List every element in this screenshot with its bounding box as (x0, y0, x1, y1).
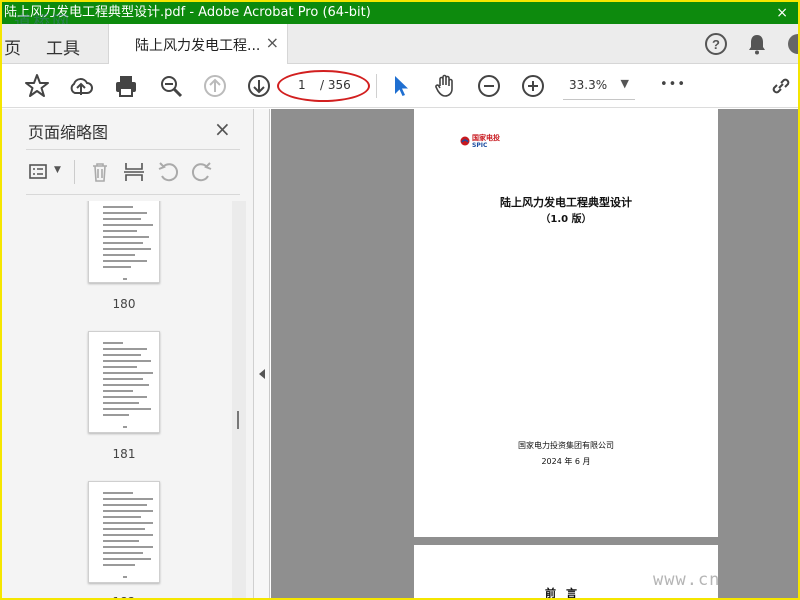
search-zoom-icon[interactable] (158, 73, 184, 99)
toolbar-divider (376, 74, 377, 98)
delete-icon[interactable] (88, 160, 112, 184)
page-options-icon[interactable] (28, 160, 52, 184)
zoom-in-icon[interactable] (520, 73, 546, 99)
upload-icon[interactable] (68, 73, 94, 99)
hand-icon[interactable] (432, 73, 458, 99)
chevron-left-icon (259, 369, 265, 379)
document-date: 2024 年 6 月 (541, 457, 591, 466)
tools-divider (74, 160, 75, 184)
panel-divider-2 (26, 194, 240, 195)
page-thumbnail-180[interactable] (88, 201, 160, 283)
help-icon[interactable]: ? (704, 32, 728, 56)
toolbar: 1 / 356 33.3% ▼ ••• (2, 64, 798, 108)
redo-icon[interactable] (190, 160, 214, 184)
document-version: （1.0 版） (540, 214, 592, 225)
tab-bar: 页 工具 陆上风力发电工程... × ? (2, 24, 798, 64)
thumbnails-panel: 页面缩略图 × ▼ 180 181 (2, 109, 254, 598)
tab-document[interactable]: 陆上风力发电工程... × (108, 24, 288, 64)
logo-name-en: SPIC (472, 142, 488, 149)
zoom-value: 33.3% (569, 78, 608, 92)
bell-icon[interactable] (745, 32, 769, 56)
prev-page-icon[interactable] (202, 73, 228, 99)
document-tab-close-button[interactable]: × (266, 33, 279, 52)
tab-tools[interactable]: 工具 (46, 34, 80, 59)
logo-name-cn: 国家电投 (472, 134, 500, 142)
acrobat-window: 陆上风力发电工程典型设计.pdf - Adobe Acrobat Pro (64… (2, 2, 798, 598)
document-tab-label: 陆上风力发电工程... (135, 38, 261, 54)
thumbnail-page-number: 180 (112, 297, 136, 311)
share-link-icon[interactable] (768, 73, 794, 99)
title-bar: 陆上风力发电工程典型设计.pdf - Adobe Acrobat Pro (64… (2, 2, 798, 24)
star-icon[interactable] (24, 73, 50, 99)
watermark-bottom-right: www.cn (653, 570, 721, 590)
print-icon[interactable] (113, 73, 139, 99)
page-number-input[interactable]: 1 (298, 78, 306, 92)
panel-close-button[interactable]: × (214, 117, 231, 141)
undo-icon[interactable] (156, 160, 180, 184)
zoom-out-icon[interactable] (476, 73, 502, 99)
thumbnail-page-number: 182 (88, 595, 160, 598)
insert-icon[interactable] (122, 160, 146, 184)
document-page-1: 国家电投 SPIC 陆上风力发电工程典型设计 （1.0 版） 国家电力投资集团有… (414, 109, 718, 537)
thumbnail-page-number: 181 (112, 447, 136, 461)
page-thumbnail-181[interactable] (88, 331, 160, 433)
document-company: 国家电力投资集团有限公司 (518, 441, 614, 450)
document-view[interactable]: 国家电投 SPIC 陆上风力发电工程典型设计 （1.0 版） 国家电力投资集团有… (271, 109, 798, 598)
next-page-icon[interactable] (246, 73, 272, 99)
thumbnail-list[interactable]: 180 181 (2, 201, 234, 598)
panel-title: 页面缩略图 (28, 123, 109, 142)
thumbnail-scrollbar[interactable] (232, 201, 246, 598)
panel-divider (26, 149, 240, 150)
more-icon[interactable]: ••• (660, 77, 686, 92)
page-total: / 356 (320, 78, 351, 92)
panel-collapse-handle[interactable] (254, 109, 270, 598)
page-options-caret-icon[interactable]: ▼ (54, 165, 61, 175)
window-close-button[interactable]: × (776, 2, 788, 24)
page-thumbnail-182[interactable] (88, 481, 160, 583)
scrollbar-grip[interactable] (237, 411, 239, 429)
tab-home[interactable]: 页 (4, 34, 21, 59)
account-icon[interactable] (786, 32, 798, 56)
document-title: 陆上风力发电工程典型设计 (500, 196, 632, 209)
select-pointer-icon[interactable] (388, 73, 414, 99)
svg-text:?: ? (712, 37, 720, 52)
chevron-down-icon: ▼ (620, 77, 629, 90)
zoom-select[interactable]: 33.3% ▼ (563, 72, 635, 100)
spic-logo-icon (460, 136, 470, 146)
